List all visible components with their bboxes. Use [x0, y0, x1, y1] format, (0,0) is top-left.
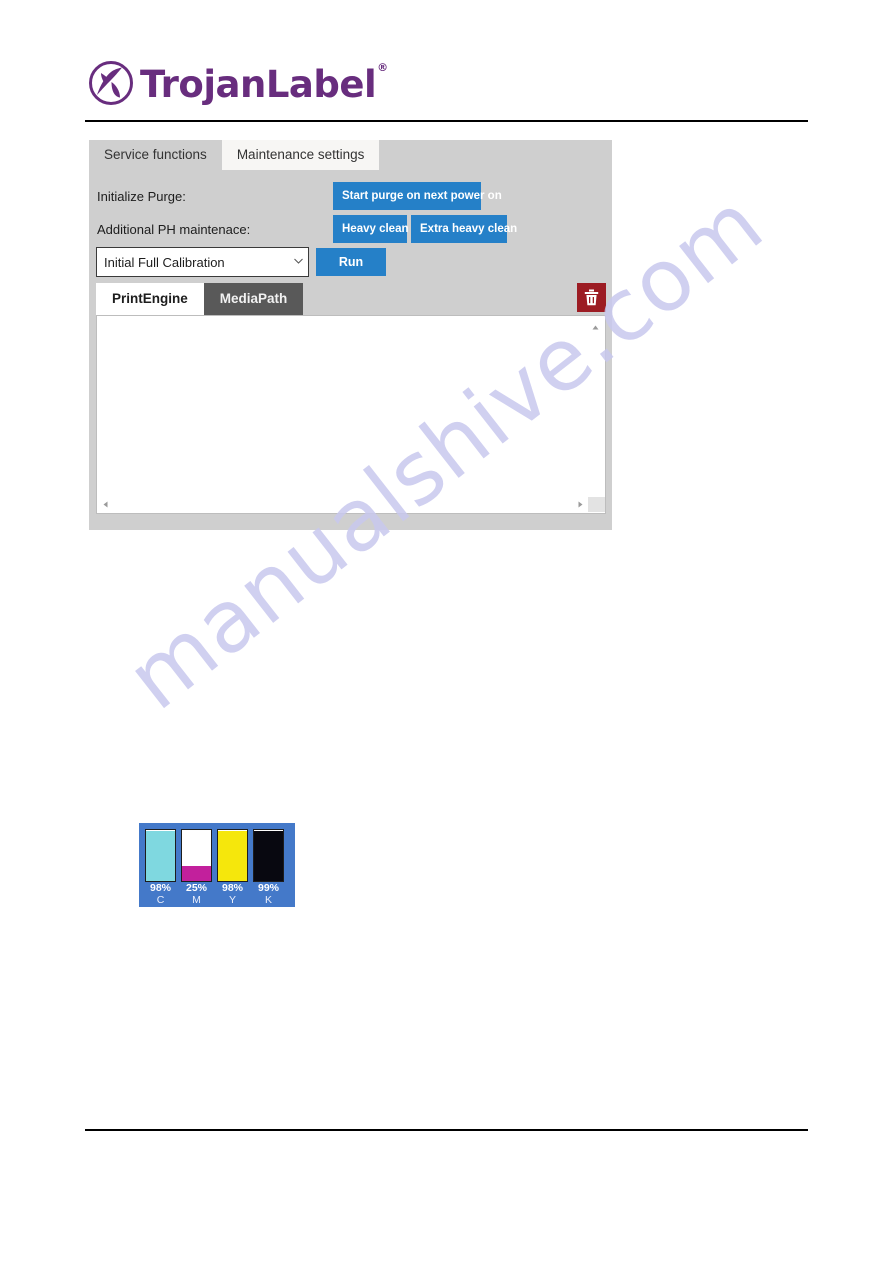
ink-percent-k: 99%	[257, 882, 279, 894]
ink-column-m	[181, 829, 212, 882]
service-functions-window: Service functions Maintenance settings I…	[89, 140, 612, 530]
ink-tube-y	[217, 829, 248, 882]
ink-tube-c	[145, 829, 176, 882]
ink-column-k	[253, 829, 284, 882]
ink-key-m: M	[192, 894, 201, 906]
tab-mediapath[interactable]: MediaPath	[203, 283, 304, 315]
ink-tube-m	[181, 829, 212, 882]
tab-printengine-label: PrintEngine	[112, 291, 188, 306]
calibration-row: Initial Full Calibration Run	[89, 247, 612, 277]
ink-percent-c: 98%	[149, 882, 171, 894]
ink-column-y	[217, 829, 248, 882]
registered-trademark-symbol: ®	[377, 61, 388, 75]
header-divider	[85, 120, 808, 122]
ink-key-c: C	[156, 894, 165, 906]
extra-heavy-clean-button[interactable]: Extra heavy clean	[411, 215, 517, 243]
ink-tube-k	[253, 829, 284, 882]
ink-fill-y	[218, 831, 247, 881]
tab-mediapath-label: MediaPath	[219, 291, 288, 306]
run-button[interactable]: Run	[316, 248, 386, 276]
tab-service-functions[interactable]: Service functions	[89, 140, 222, 170]
brand-wordmark: TrojanLabel®	[140, 62, 388, 106]
tab-service-functions-label: Service functions	[104, 147, 207, 162]
horizontal-scroll-left-button[interactable]	[97, 496, 113, 513]
footer-divider	[85, 1129, 808, 1131]
ink-column-c	[145, 829, 176, 882]
additional-ph-maintenance-row: Additional PH maintenace: Heavy clean Ex…	[89, 215, 612, 243]
ink-labels: 98% C 25% M 98% Y 99% K	[145, 882, 289, 906]
calibration-select[interactable]: Initial Full Calibration	[96, 247, 309, 277]
ink-meta-y: 98% Y	[217, 882, 248, 906]
trojanlabel-mark-icon	[88, 60, 134, 106]
ink-key-y: Y	[228, 894, 236, 906]
page-header: TrojanLabel®	[0, 0, 893, 130]
top-tab-strip: Service functions Maintenance settings	[89, 140, 612, 170]
ink-fill-m	[182, 866, 211, 881]
ink-fill-k	[254, 830, 283, 881]
calibration-select-value: Initial Full Calibration	[104, 254, 225, 270]
vertical-scroll-up-button[interactable]	[589, 321, 602, 334]
ink-meta-c: 98% C	[145, 882, 176, 906]
sub-tab-strip: PrintEngine MediaPath	[96, 283, 606, 315]
ink-percent-y: 98%	[221, 882, 243, 894]
brand-logo: TrojanLabel®	[88, 57, 388, 109]
trash-icon	[584, 289, 599, 306]
heavy-clean-button[interactable]: Heavy clean	[333, 215, 409, 243]
ink-level-widget: 98% C 25% M 98% Y 99% K	[139, 823, 295, 907]
delete-button[interactable]	[577, 283, 606, 312]
scrollbar-corner[interactable]	[588, 497, 605, 512]
start-purge-on-next-power-on-button[interactable]: Start purge on next power on	[333, 182, 502, 210]
chevron-down-icon	[288, 258, 308, 266]
initialize-purge-row: Initialize Purge: Start purge on next po…	[89, 182, 612, 210]
ink-bars	[145, 829, 289, 882]
ink-key-k: K	[264, 894, 272, 906]
tab-maintenance-settings-label: Maintenance settings	[236, 147, 365, 162]
log-content-pane[interactable]	[96, 315, 606, 514]
initialize-purge-label: Initialize Purge:	[97, 188, 186, 204]
ink-percent-m: 25%	[185, 882, 207, 894]
horizontal-scrollbar[interactable]	[97, 496, 605, 513]
tab-printengine[interactable]: PrintEngine	[96, 283, 204, 315]
brand-name-text: TrojanLabel	[140, 62, 377, 106]
panel-body: Initialize Purge: Start purge on next po…	[89, 170, 612, 530]
horizontal-scroll-track[interactable]	[113, 496, 572, 513]
additional-ph-maintenance-label: Additional PH maintenace:	[97, 221, 251, 237]
horizontal-scroll-right-button[interactable]	[572, 496, 588, 513]
ink-meta-k: 99% K	[253, 882, 284, 906]
ink-fill-c	[146, 831, 175, 881]
tab-maintenance-settings[interactable]: Maintenance settings	[221, 140, 380, 170]
ink-meta-m: 25% M	[181, 882, 212, 906]
